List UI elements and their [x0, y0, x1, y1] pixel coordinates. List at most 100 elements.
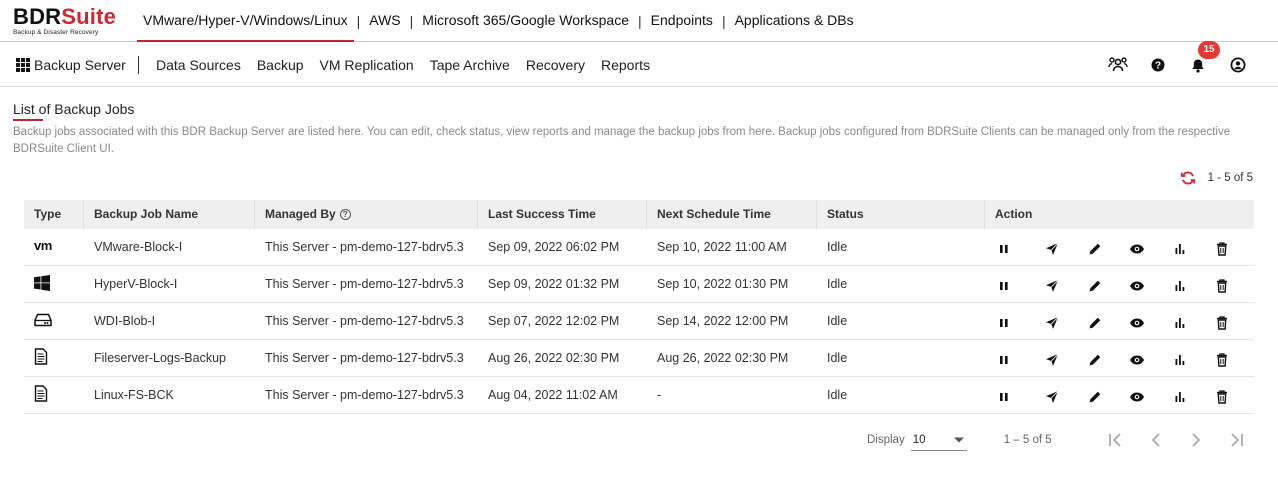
edit-button[interactable] — [1074, 229, 1117, 266]
edit-icon — [1088, 353, 1102, 367]
header-next-schedule[interactable]: Next Schedule Time — [647, 200, 817, 229]
backup-server-menu[interactable]: Backup Server — [16, 43, 126, 87]
title-underline — [13, 119, 43, 121]
pause-button[interactable] — [995, 377, 1031, 414]
send-button[interactable] — [1031, 229, 1074, 266]
delete-button[interactable] — [1201, 340, 1244, 377]
pause-icon — [999, 355, 1009, 365]
edit-button[interactable] — [1074, 303, 1117, 340]
table-row[interactable]: vm VMware-Block-I This Server - pm-demo-12… — [24, 229, 1254, 266]
managed-by-cell: This Server - pm-demo-127-bdrv5.3 — [265, 277, 464, 291]
nav-applications-dbs[interactable]: Applications & DBs — [729, 0, 860, 42]
nav-reports[interactable]: Reports — [593, 57, 658, 73]
nav-backup[interactable]: Backup — [249, 57, 312, 73]
edit-icon — [1088, 390, 1102, 404]
pause-button[interactable] — [995, 340, 1031, 377]
page-size-select[interactable]: 10 — [910, 429, 967, 451]
report-icon — [1174, 280, 1186, 292]
header-type[interactable]: Type — [24, 200, 84, 229]
edit-button[interactable] — [1074, 377, 1117, 414]
edit-icon — [1088, 279, 1102, 293]
last-success-cell: Sep 09, 2022 06:02 PM — [488, 240, 620, 254]
nav-tape-archive[interactable]: Tape Archive — [422, 57, 518, 73]
report-button[interactable] — [1159, 340, 1202, 377]
pause-button[interactable] — [995, 303, 1031, 340]
first-page-button[interactable] — [1096, 428, 1136, 452]
delete-button[interactable] — [1201, 229, 1244, 266]
svg-text:?: ? — [1155, 61, 1161, 72]
job-name-cell[interactable]: Linux-FS-BCK — [84, 377, 255, 414]
pause-button[interactable] — [995, 229, 1031, 266]
help-button[interactable]: ? — [1138, 43, 1178, 87]
view-button[interactable] — [1116, 377, 1159, 414]
prev-page-button[interactable] — [1136, 428, 1176, 452]
refresh-button[interactable] — [1180, 170, 1196, 186]
nav-separator: | — [721, 13, 726, 29]
nav-separator: | — [409, 13, 414, 29]
next-schedule-cell: Sep 14, 2022 12:00 PM — [657, 314, 789, 328]
section-nav: Data Sources Backup VM Replication Tape … — [148, 43, 658, 87]
help-icon: ? — [1151, 58, 1165, 72]
send-button[interactable] — [1031, 266, 1074, 303]
next-page-button[interactable] — [1176, 428, 1216, 452]
table-row[interactable]: Fileserver-Logs-Backup This Server - pm-d… — [24, 340, 1254, 377]
edit-icon — [1088, 316, 1102, 330]
nav-data-sources[interactable]: Data Sources — [148, 57, 249, 73]
job-name-cell[interactable]: Fileserver-Logs-Backup — [84, 340, 255, 377]
send-button[interactable] — [1031, 377, 1074, 414]
table-row[interactable]: WDI-Blob-I This Server - pm-demo-127-bdrv… — [24, 303, 1254, 340]
users-button[interactable] — [1098, 43, 1138, 87]
send-button[interactable] — [1031, 340, 1074, 377]
send-button[interactable] — [1031, 303, 1074, 340]
view-button[interactable] — [1116, 229, 1159, 266]
pagination: Display 10 1 – 5 of 5 — [867, 428, 1052, 452]
report-button[interactable] — [1159, 303, 1202, 340]
view-button[interactable] — [1116, 266, 1159, 303]
report-button[interactable] — [1159, 377, 1202, 414]
header-job-name[interactable]: Backup Job Name — [84, 200, 255, 229]
view-button[interactable] — [1116, 340, 1159, 377]
table-row[interactable]: HyperV-Block-I This Server - pm-demo-127-… — [24, 266, 1254, 303]
job-name-cell[interactable]: HyperV-Block-I — [84, 266, 255, 303]
file-icon — [34, 385, 48, 405]
account-button[interactable] — [1218, 43, 1258, 87]
report-button[interactable] — [1159, 266, 1202, 303]
bdrsuite-logo[interactable]: BDRSuite Backup & Disaster Recovery — [13, 6, 116, 37]
help-circle-icon[interactable]: ? — [339, 209, 351, 220]
send-icon — [1045, 279, 1059, 293]
send-icon — [1045, 353, 1059, 367]
pause-button[interactable] — [995, 266, 1031, 303]
header-last-success[interactable]: Last Success Time — [478, 200, 647, 229]
edit-button[interactable] — [1074, 266, 1117, 303]
page-description: Backup jobs associated with this BDR Bac… — [13, 126, 1231, 155]
last-page-button[interactable] — [1216, 428, 1256, 452]
nav-vm-replication[interactable]: VM Replication — [312, 57, 422, 73]
nav-aws[interactable]: AWS — [363, 0, 406, 42]
view-icon — [1129, 354, 1145, 366]
page-range: 1 – 5 of 5 — [1003, 434, 1052, 446]
nav-recovery[interactable]: Recovery — [518, 57, 593, 73]
nav-endpoints[interactable]: Endpoints — [645, 0, 719, 42]
nav-vmware-hyperv-windows-linux[interactable]: VMware/Hyper-V/Windows/Linux — [137, 0, 354, 42]
delete-button[interactable] — [1201, 377, 1244, 414]
drive-icon — [34, 313, 52, 330]
prev-page-icon — [1151, 433, 1160, 447]
header-managed-by[interactable]: Managed By ? — [255, 200, 478, 229]
view-button[interactable] — [1116, 303, 1159, 340]
job-name-cell[interactable]: VMware-Block-I — [84, 229, 255, 266]
notifications-button[interactable]: 15 — [1178, 41, 1220, 87]
delete-button[interactable] — [1201, 303, 1244, 340]
backup-jobs-table: Type Backup Job Name Managed By ? Last S… — [24, 200, 1254, 414]
report-button[interactable] — [1159, 229, 1202, 266]
report-icon — [1174, 317, 1186, 329]
top-bar: BDRSuite Backup & Disaster Recovery VMwa… — [0, 0, 1278, 42]
nav-microsoft-365-google-workspace[interactable]: Microsoft 365/Google Workspace — [416, 0, 635, 42]
header-status[interactable]: Status — [817, 200, 985, 229]
table-row[interactable]: Linux-FS-BCK This Server - pm-demo-127-bd… — [24, 377, 1254, 414]
delete-button[interactable] — [1201, 266, 1244, 303]
svg-text:vm: vm — [34, 240, 52, 252]
edit-button[interactable] — [1074, 340, 1117, 377]
send-icon — [1045, 390, 1059, 404]
actions-cell — [985, 377, 1254, 414]
job-name-cell[interactable]: WDI-Blob-I — [84, 303, 255, 340]
